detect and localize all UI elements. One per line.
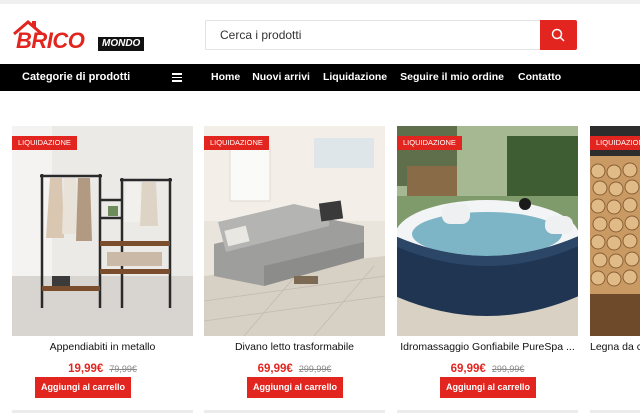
nav-link-liquidazione[interactable]: Liquidazione [323,64,387,91]
product-image[interactable]: LIQUIDAZIONE [590,126,640,336]
sale-price: 69,99€ [257,363,293,375]
product-prices: 69,99€ 299,99€ [204,359,385,377]
clearance-badge: LIQUIDAZIONE [397,136,462,150]
add-to-cart-button[interactable]: Aggiungi al carrello [440,377,537,398]
product-image[interactable]: LIQUIDAZIONE [204,126,385,336]
site-header: BRICO MONDO [0,4,640,64]
product-card[interactable]: LIQUIDAZIONE Legna da c [590,126,640,413]
main-nav: Categorie di prodotti Home Nuovi arrivi … [0,64,640,91]
logo-text-brico: BRICO [16,28,85,53]
sale-price: 69,99€ [450,363,486,375]
sale-price: 19,99€ [68,363,104,375]
product-image[interactable]: LIQUIDAZIONE [397,126,578,336]
search-button[interactable] [540,20,577,50]
add-to-cart-button[interactable]: Aggiungi al carrello [247,377,344,398]
hamburger-icon[interactable] [172,73,182,82]
original-price: 299,99€ [298,364,332,374]
categories-menu-label[interactable]: Categorie di prodotti [22,64,130,91]
nav-link-nuovi-arrivi[interactable]: Nuovi arrivi [252,64,310,91]
product-prices: 19,99€ 79,99€ [12,359,193,377]
search-icon [551,28,565,42]
clearance-badge: LIQUIDAZIONE [204,136,269,150]
nav-link-seguire-ordine[interactable]: Seguire il mio ordine [400,64,504,91]
product-image[interactable]: LIQUIDAZIONE [12,126,193,336]
clearance-badge: LIQUIDAZIONE [590,136,640,150]
product-name[interactable]: Legna da c [590,341,640,353]
product-name[interactable]: Idromassaggio Gonfiabile PureSpa ... [397,341,578,353]
search-input[interactable] [205,20,540,50]
original-price: 299,99€ [491,364,525,374]
product-grid: LIQUIDAZIONE Appendiabiti in metallo 19,… [0,126,640,413]
nav-link-home[interactable]: Home [211,64,240,91]
product-name[interactable]: Divano letto trasformabile [204,341,385,353]
search-bar [205,20,577,50]
add-to-cart-button[interactable]: Aggiungi al carrello [35,377,132,398]
logo-text-mondo: MONDO [98,37,145,51]
product-name[interactable]: Appendiabiti in metallo [12,341,193,353]
clearance-badge: LIQUIDAZIONE [12,136,77,150]
original-price: 79,99€ [109,364,137,374]
site-logo[interactable]: BRICO MONDO [12,18,145,54]
nav-links: Home Nuovi arrivi Liquidazione Seguire i… [211,64,561,91]
product-prices: 69,99€ 299,99€ [397,359,578,377]
nav-link-contatto[interactable]: Contatto [518,64,561,91]
